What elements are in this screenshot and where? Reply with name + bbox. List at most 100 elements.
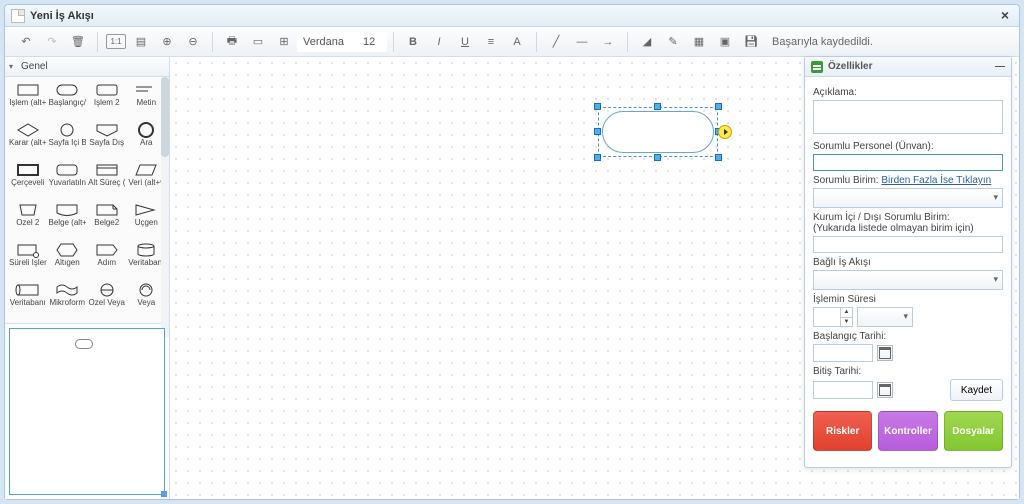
underline-button[interactable]: U [454,31,476,53]
size-combo[interactable]: 12 [357,32,387,52]
preview-viewport[interactable] [9,328,165,495]
align-button[interactable]: ≡ [480,31,502,53]
sorumlu-personel-input[interactable] [813,154,1003,171]
shape-veritaban-[interactable]: Veritabanı [128,241,166,279]
shape-sidebar: Genel İşlem (alt+Başlangıç/İşlem 2Metin K… [5,57,170,499]
shape--zel-veya[interactable]: Özel Veya [88,281,126,319]
sorumlu-birim-link[interactable]: Birden Fazla İse Tıklayın [881,175,991,186]
shape--er-eveli[interactable]: Çerçeveli [9,161,47,199]
print-button[interactable]: 🖶︎ [221,31,243,53]
zoom-in-button[interactable]: ⊕ [156,31,178,53]
bagli-select[interactable] [813,270,1003,290]
bold-button[interactable]: B [402,31,424,53]
shape-alt-s-re-[interactable]: Alt Süreç ( [88,161,126,199]
shape-veritaban-[interactable]: Veritabanı [9,281,47,319]
zoom-reset-button[interactable]: 1:1 [106,34,126,49]
titlebar: Yeni İş Akışı × [5,5,1019,27]
dosyalar-button[interactable]: Dosyalar [944,411,1003,451]
shape-s-reli-ler[interactable]: Süreli İşler [9,241,47,279]
shape-ba-lang-[interactable]: Başlangıç/ [49,81,87,119]
font-color-button[interactable]: A [506,31,528,53]
resize-handle-w[interactable] [594,128,601,135]
preview-handle[interactable] [161,491,167,497]
redo-button[interactable]: ↷ [41,31,63,53]
label-sorumlu-birim: Sorumlu Birim: Birden Fazla İse Tıklayın [813,175,1003,186]
category-header[interactable]: Genel [5,57,169,77]
fill-color-button[interactable]: ◢ [636,31,658,53]
status-text: Başarıyla kaydedildi. [772,36,873,48]
label-bitis: Bitiş Tarihi: [813,366,1003,377]
shape--zel-2[interactable]: Özel 2 [9,201,47,239]
label-bagli: Bağlı İş Akışı [813,257,1003,268]
shape-sayfa-i-b[interactable]: Sayfa İçi B [49,121,87,159]
shape-grid: İşlem (alt+Başlangıç/İşlem 2Metin Karar (… [5,77,169,323]
undo-button[interactable]: ↶ [15,31,37,53]
resize-handle-s[interactable] [654,154,661,161]
label-baslangic: Başlangıç Tarihi: [813,331,1003,342]
kurum-ici-input[interactable] [813,236,1003,253]
aciklama-input[interactable] [813,100,1003,134]
shape--gen[interactable]: Üçgen [128,201,166,239]
line-color-button[interactable]: ✎ [662,31,684,53]
shape-ara[interactable]: Ara [128,121,166,159]
shape-veya[interactable]: Veya [128,281,166,319]
label-islem-suresi: İşlemin Süresi [813,294,1003,305]
shape-karar-alt-[interactable]: Karar (alt+ [9,121,47,159]
label-sorumlu-personel: Sorumlu Personel (Ünvan): [813,141,1003,152]
properties-icon [811,61,823,73]
kontroller-button[interactable]: Kontroller [878,411,937,451]
sure-spinner[interactable]: ▲▼ [813,307,853,327]
sorumlu-birim-select[interactable] [813,188,1003,208]
riskler-button[interactable]: Riskler [813,411,872,451]
minimize-button[interactable]: — [995,61,1005,72]
zoom-out-button[interactable]: ⊖ [182,31,204,53]
properties-header[interactable]: Özellikler — [805,57,1011,77]
save-button[interactable]: 💾︎ [740,31,762,53]
font-combo[interactable]: Verdana [297,32,357,52]
resize-handle-nw[interactable] [594,103,601,110]
bitis-cal-icon[interactable] [877,382,893,398]
label-aciklama: Açıklama: [813,87,1003,98]
baslangic-input[interactable] [813,344,873,362]
kaydet-button[interactable]: Kaydet [950,379,1003,401]
sure-unit-select[interactable] [857,307,913,327]
selected-shape[interactable] [602,111,714,153]
shape-mikroform[interactable]: Mikroform [49,281,87,319]
close-button[interactable]: × [997,8,1013,24]
preview-shape [75,339,93,349]
italic-button[interactable]: I [428,31,450,53]
fit-page-button[interactable]: ▤ [130,31,152,53]
properties-panel: Özellikler — Açıklama: Sorumlu Personel … [804,56,1012,468]
shape-sayfa-d-[interactable]: Sayfa Dış [88,121,126,159]
page-setup-button[interactable]: ▭ [247,31,269,53]
resize-handle-n[interactable] [654,103,661,110]
shape-veri-alt-v[interactable]: Veri (alt+v [128,161,166,199]
shape--lem-2[interactable]: İşlem 2 [88,81,126,119]
delete-button[interactable]: 🗑︎ [67,31,89,53]
shape-metin[interactable]: Metin [128,81,166,119]
label-kurum-ici: Kurum İçi / Dışı Sorumlu Birim: (Yukarıd… [813,212,1003,234]
doc-icon [11,9,25,23]
shape-alt-gen[interactable]: Altıgen [49,241,87,279]
shape-yuvarlat-ln[interactable]: Yuvarlatıln [49,161,87,199]
bitis-input[interactable] [813,381,873,399]
sidebar-scrollbar[interactable] [161,77,169,337]
connection-port[interactable] [718,125,732,139]
line-start-button[interactable]: ╱ [545,31,567,53]
shape-belge-alt-[interactable]: Belge (alt+ [49,201,87,239]
grid-button[interactable]: ⊞ [273,31,295,53]
line-style-button[interactable]: — [571,31,593,53]
container-button[interactable]: ▣ [714,31,736,53]
shape-belge2[interactable]: Belge2 [88,201,126,239]
resize-handle-ne[interactable] [715,103,722,110]
preview-panel [5,323,169,499]
baslangic-cal-icon[interactable] [877,345,893,361]
resize-handle-se[interactable] [715,154,722,161]
line-end-button[interactable]: → [597,31,619,53]
shape-ad-m[interactable]: Adım [88,241,126,279]
window-title: Yeni İş Akışı [30,10,94,22]
selection-outline [598,107,718,157]
resize-handle-sw[interactable] [594,154,601,161]
shape--lem-alt-[interactable]: İşlem (alt+ [9,81,47,119]
shadow-button[interactable]: ▦ [688,31,710,53]
